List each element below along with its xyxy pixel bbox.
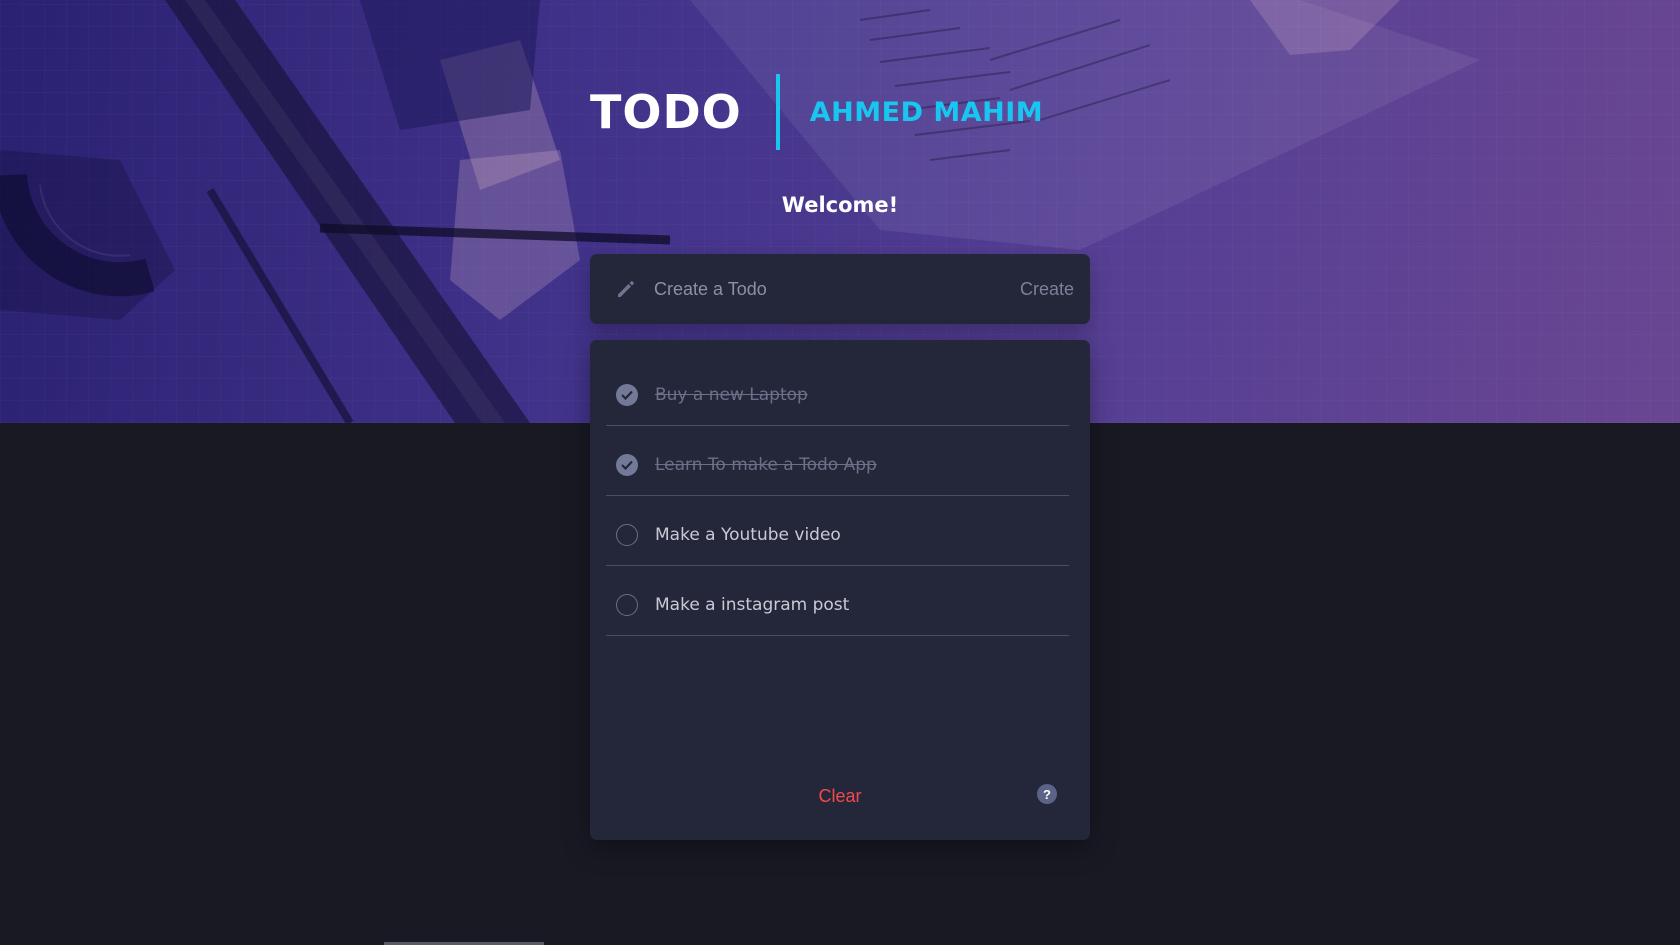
app-header: TODO AHMED MAHIM xyxy=(590,72,1043,152)
unchecked-circle-icon[interactable] xyxy=(616,593,638,616)
header-divider xyxy=(775,74,780,150)
todo-list: Buy a new Laptop Learn To make a Todo App… xyxy=(606,340,1069,636)
todo-item[interactable]: Make a instagram post xyxy=(606,566,1069,636)
help-icon[interactable]: ? xyxy=(1037,784,1057,804)
unchecked-circle-icon[interactable] xyxy=(616,523,638,546)
pencil-icon xyxy=(616,278,638,300)
author-name: AHMED MAHIM xyxy=(809,96,1044,128)
checked-circle-icon[interactable] xyxy=(616,383,638,406)
todo-item-text: Learn To make a Todo App xyxy=(655,454,877,475)
todo-item[interactable]: Buy a new Laptop xyxy=(606,340,1069,426)
welcome-message: Welcome! xyxy=(781,193,899,217)
todo-item[interactable]: Make a Youtube video xyxy=(606,496,1069,566)
create-button[interactable]: Create xyxy=(1020,279,1074,300)
app-title: TODO xyxy=(590,85,742,139)
todo-list-panel: Buy a new Laptop Learn To make a Todo App… xyxy=(590,340,1090,840)
checked-circle-icon[interactable] xyxy=(616,453,638,476)
todo-item[interactable]: Learn To make a Todo App xyxy=(606,426,1069,496)
todo-item-text: Buy a new Laptop xyxy=(655,384,808,405)
todo-item-text: Make a Youtube video xyxy=(655,524,841,545)
create-todo-input[interactable] xyxy=(654,278,1020,300)
create-todo-bar: Create xyxy=(590,254,1090,324)
clear-button[interactable]: Clear xyxy=(590,786,1090,807)
todo-item-text: Make a instagram post xyxy=(655,594,850,615)
